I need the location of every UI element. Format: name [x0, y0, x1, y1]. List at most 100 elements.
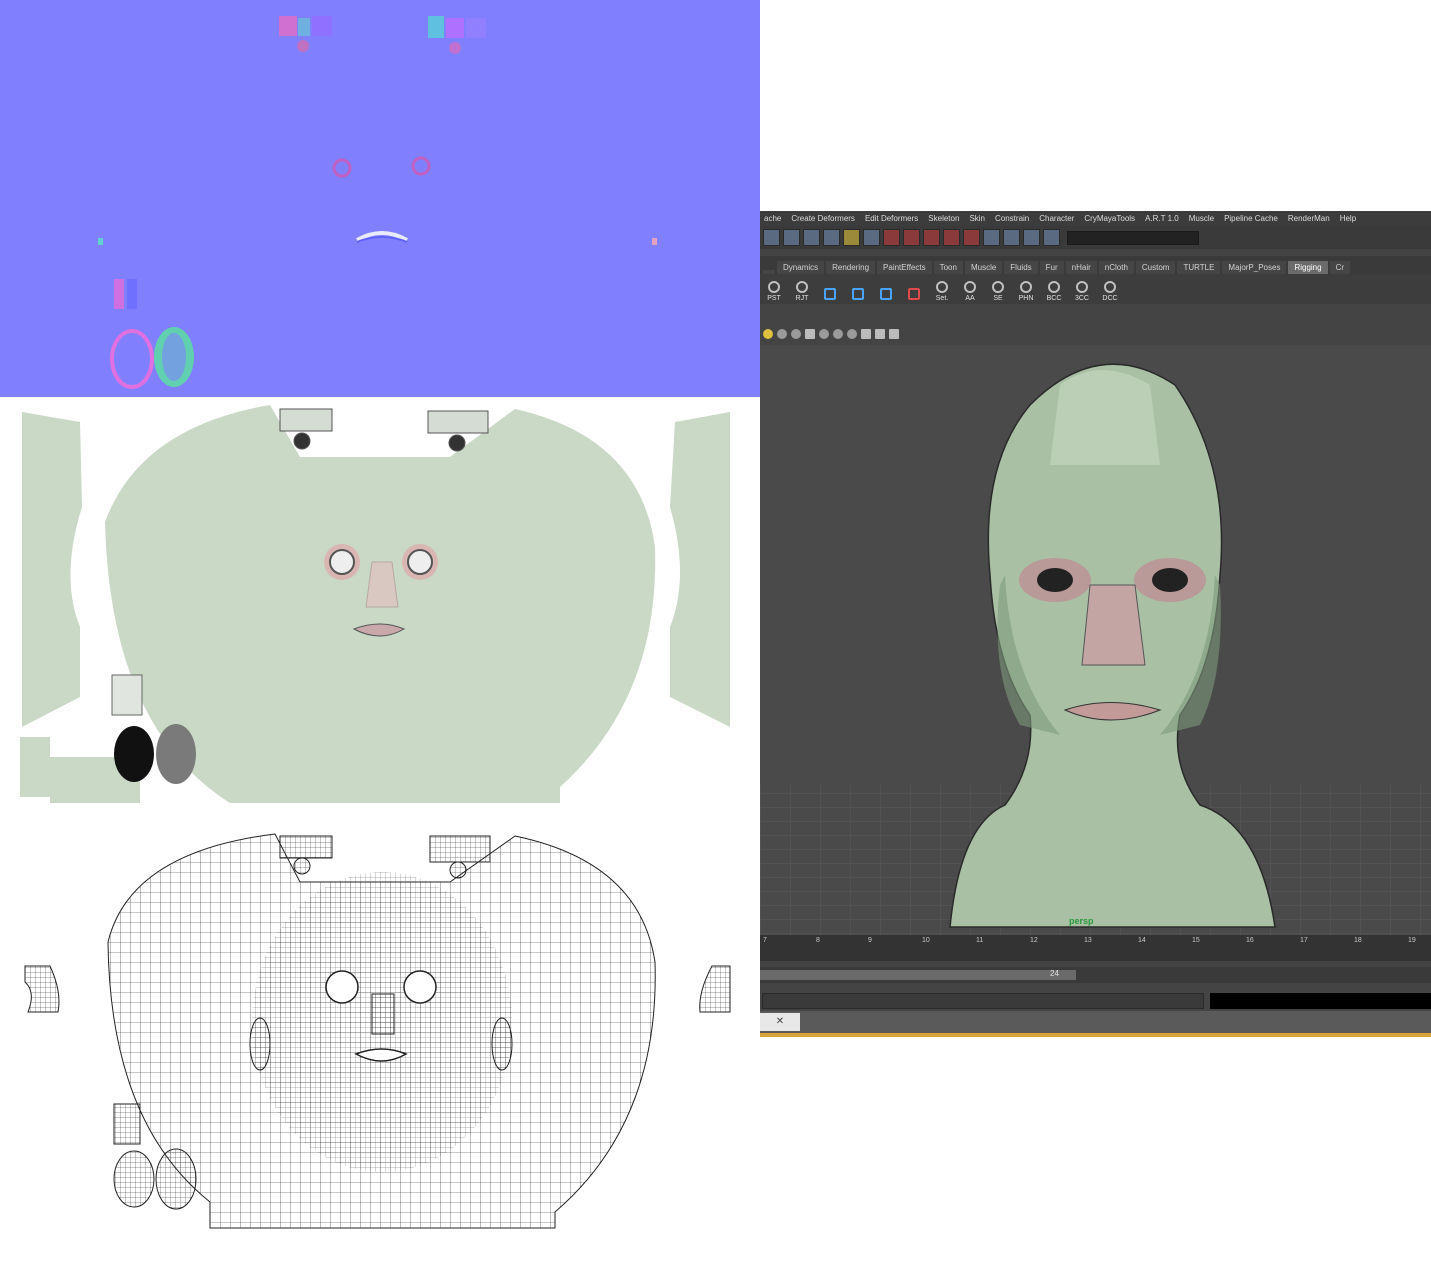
shadows-icon[interactable]	[847, 329, 857, 339]
menu-item[interactable]: A.R.T 1.0	[1145, 214, 1179, 223]
ik-handle-icon	[852, 288, 864, 300]
joint-icon	[768, 281, 780, 293]
shelf-tab-fur[interactable]: Fur	[1039, 261, 1064, 274]
shading-flat-icon[interactable]	[791, 329, 801, 339]
shelf-tab-rigging[interactable]: Rigging	[1288, 261, 1328, 274]
shelf-buttons: PST RJT Set. AA SE PHN BCC 3CC DCC	[760, 274, 1431, 304]
shelf-tab-rendering[interactable]: Rendering	[826, 261, 876, 274]
shelf-button-label: DCC	[1102, 295, 1118, 302]
right-cheek-island	[670, 412, 730, 727]
ipr-render-icon[interactable]	[903, 229, 920, 246]
frame-tick: 18	[1354, 937, 1362, 944]
command-result	[1210, 993, 1431, 1009]
shelf-button-label: Set.	[935, 295, 949, 302]
shelf-tab-turtle[interactable]: TURTLE	[1177, 261, 1221, 274]
joint-chain-icon	[824, 288, 836, 300]
shelf-button-label: RJT	[795, 295, 809, 302]
attribute-editor-icon[interactable]	[1003, 229, 1020, 246]
shelf-button-dcc[interactable]: DCC	[1099, 276, 1121, 302]
snap-grid-icon[interactable]	[763, 229, 780, 246]
script-icon	[1048, 281, 1060, 293]
menu-item[interactable]: Muscle	[1189, 214, 1214, 223]
range-slider-bar[interactable]	[760, 970, 1076, 980]
ik-spline-icon	[880, 288, 892, 300]
menu-item[interactable]: Create Deformers	[791, 214, 855, 223]
shelf-button-3cc[interactable]: 3CC	[1071, 276, 1093, 302]
shelf-button-phn[interactable]: PHN	[1015, 276, 1037, 302]
shading-smooth-icon[interactable]	[777, 329, 787, 339]
snap-curve-icon[interactable]	[783, 229, 800, 246]
menu-bar: ache Create Deformers Edit Deformers Ske…	[760, 211, 1431, 226]
shelf-button-ik-spline[interactable]	[875, 276, 897, 302]
shelf-button-bcc[interactable]: BCC	[1043, 276, 1065, 302]
shelf-button-joint-tool[interactable]	[819, 276, 841, 302]
menu-item[interactable]: Skin	[969, 214, 985, 223]
shelf-tab-majorp-poses[interactable]: MajorP_Poses	[1222, 261, 1287, 274]
shelf-tab-toon[interactable]: Toon	[933, 261, 963, 274]
tool-settings-icon[interactable]	[1023, 229, 1040, 246]
shelf-tab-custom[interactable]: Custom	[1135, 261, 1176, 274]
snap-point-icon[interactable]	[803, 229, 820, 246]
close-button[interactable]: ✕	[760, 1013, 800, 1031]
wireframe-icon[interactable]	[805, 329, 815, 339]
status-toolbar	[760, 226, 1431, 249]
isolate-icon[interactable]	[875, 329, 885, 339]
menu-item[interactable]: Edit Deformers	[865, 214, 918, 223]
left-eye	[1037, 568, 1073, 592]
light-icon[interactable]	[763, 329, 773, 339]
menu-item[interactable]: Pipeline Cache	[1224, 214, 1278, 223]
hypershade-icon[interactable]	[943, 229, 960, 246]
range-end-value: 24	[1050, 969, 1059, 978]
command-input[interactable]	[762, 993, 1204, 1009]
magnet-icon[interactable]	[963, 229, 980, 246]
shelf-button-rjt[interactable]: RJT	[791, 276, 813, 302]
shelf-button-label: SE	[993, 295, 1003, 302]
time-slider[interactable]: 7 8 9 10 11 12 13 14 15 16 17 18 19	[760, 935, 1431, 961]
set-icon	[936, 281, 948, 293]
camera-icon[interactable]	[889, 329, 899, 339]
shelf-tab-cr[interactable]: Cr	[1329, 261, 1351, 274]
xray-icon[interactable]	[861, 329, 871, 339]
render-settings-icon[interactable]	[923, 229, 940, 246]
frame-tick: 7	[763, 937, 767, 944]
shelf-button-se[interactable]: SE	[987, 276, 1009, 302]
menu-item[interactable]: ache	[764, 214, 781, 223]
layer-editor-icon[interactable]	[1043, 229, 1060, 246]
shelf-button-aa[interactable]: AA	[959, 276, 981, 302]
menu-item[interactable]: Help	[1340, 214, 1356, 223]
ear-uv-right	[428, 16, 486, 54]
joint-icon	[796, 281, 808, 293]
shelf-button-bind-skin[interactable]	[903, 276, 925, 302]
menu-item[interactable]: CryMayaTools	[1084, 214, 1135, 223]
shelf-tab-muscle[interactable]: Muscle	[964, 261, 1003, 274]
menu-item[interactable]: Constrain	[995, 214, 1029, 223]
frame-tick: 14	[1138, 937, 1146, 944]
textured-icon[interactable]	[819, 329, 829, 339]
menu-item[interactable]: Skeleton	[928, 214, 959, 223]
shelf-tab-painteffects[interactable]: PaintEffects	[877, 261, 932, 274]
shelf-button-label: PST	[767, 295, 781, 302]
shelf-tab-dynamics[interactable]: Dynamics	[777, 261, 825, 274]
render-view-icon[interactable]	[863, 229, 880, 246]
shelf-tab-nhair[interactable]: nHair	[1065, 261, 1097, 274]
quick-command-field[interactable]	[1067, 230, 1199, 245]
shelf-tab-ncloth[interactable]: nCloth	[1098, 261, 1134, 274]
channel-box-icon[interactable]	[983, 229, 1000, 246]
shelf-button-pst[interactable]: PST	[763, 276, 785, 302]
menu-item[interactable]: Character	[1039, 214, 1074, 223]
perspective-viewport[interactable]: persp	[760, 345, 1431, 935]
construction-history-icon[interactable]	[843, 229, 860, 246]
shelf-button-set[interactable]: Set.	[931, 276, 953, 302]
window-icon	[992, 281, 1004, 293]
help-icon[interactable]	[823, 229, 840, 246]
nose	[1081, 584, 1146, 666]
range-slider[interactable]: 24	[760, 967, 1431, 983]
shelf-button-ik-handle[interactable]	[847, 276, 869, 302]
menu-item[interactable]: RenderMan	[1288, 214, 1330, 223]
render-icon[interactable]	[883, 229, 900, 246]
taskbar-strip	[760, 1033, 1431, 1037]
uv-wireframe-layout	[24, 833, 731, 1229]
shelf-tab-fluids[interactable]: Fluids	[1004, 261, 1038, 274]
lights-icon[interactable]	[833, 329, 843, 339]
diffuse-map-texture	[20, 405, 730, 803]
